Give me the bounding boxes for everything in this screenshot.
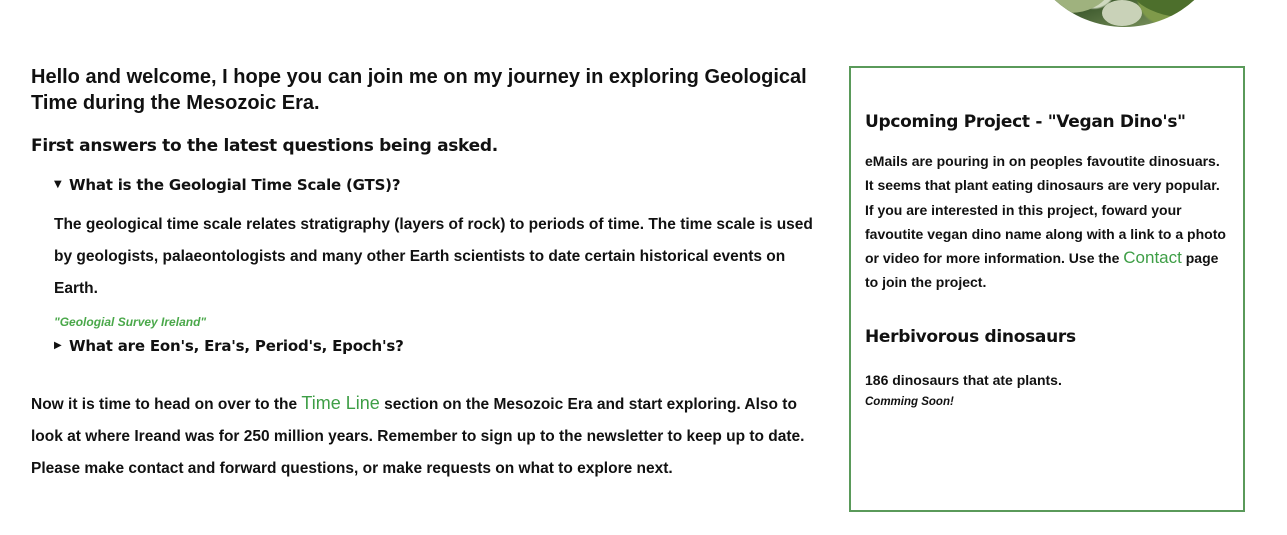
time-line-link[interactable]: Time Line <box>301 393 379 413</box>
outro-text-before: Now it is time to head on over to the <box>31 396 302 413</box>
upcoming-project-text: eMails are pouring in on peoples favouti… <box>865 149 1229 295</box>
faq-question-gts: What is the Geologial Time Scale (GTS)? <box>69 176 401 194</box>
faq-summary-gts[interactable]: ▼ What is the Geologial Time Scale (GTS)… <box>54 174 826 196</box>
sidebar-card: Upcoming Project - "Vegan Dino's" eMails… <box>849 66 1245 512</box>
triangle-right-icon: ▶ <box>54 340 62 351</box>
triangle-down-icon: ▼ <box>54 179 62 190</box>
upcoming-project-title: Upcoming Project - "Vegan Dino's" <box>865 112 1186 132</box>
faq-summary-eons[interactable]: ▶ What are Eon's, Era's, Period's, Epoch… <box>54 335 826 357</box>
faq-answer-gts: The geological time scale relates strati… <box>54 216 813 297</box>
main-content: Hello and welcome, I hope you can join m… <box>31 64 826 485</box>
faq-question-eons: What are Eon's, Era's, Period's, Epoch's… <box>69 337 404 355</box>
source-citation: "Geologial Survey Ireland" <box>54 315 207 329</box>
latest-questions-heading: First answers to the latest questions be… <box>31 136 498 156</box>
faq-item-gts: ▼ What is the Geologial Time Scale (GTS)… <box>54 174 826 329</box>
outro-paragraph: Now it is time to head on over to the Ti… <box>31 387 826 485</box>
contact-link[interactable]: Contact <box>1123 248 1182 267</box>
fern-leaf-shape <box>1102 0 1142 26</box>
header-photo <box>1022 0 1227 27</box>
coming-soon-label: Comming Soon! <box>865 395 954 408</box>
welcome-heading: Hello and welcome, I hope you can join m… <box>31 66 807 114</box>
herbivorous-count: 186 dinosaurs that ate plants. <box>865 371 1062 388</box>
faq-item-eons: ▶ What are Eon's, Era's, Period's, Epoch… <box>54 335 826 357</box>
herbivorous-title: Herbivorous dinosaurs <box>865 326 1076 347</box>
page: Hello and welcome, I hope you can join m… <box>0 0 1287 535</box>
